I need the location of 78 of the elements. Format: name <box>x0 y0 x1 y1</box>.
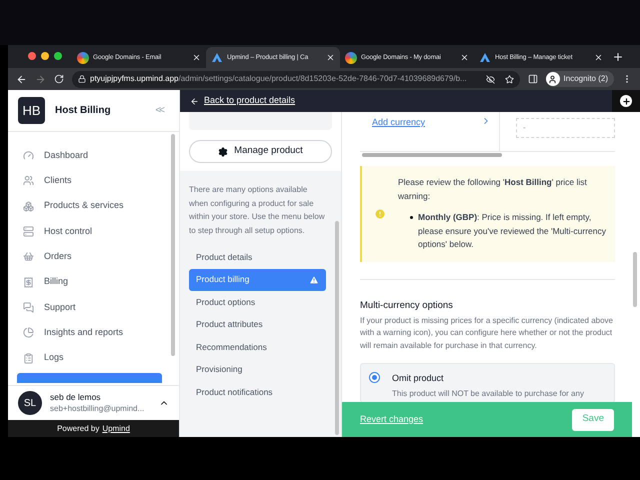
chat-icon <box>23 302 34 313</box>
star-icon[interactable] <box>504 74 514 84</box>
nav-item[interactable]: Dashboard <box>17 143 162 168</box>
product-menu-item[interactable]: Product billing <box>189 268 326 291</box>
gear-icon <box>218 146 228 156</box>
reload-icon[interactable] <box>54 74 64 84</box>
manage-product-button[interactable]: Manage product <box>189 140 332 163</box>
profile-button[interactable]: Incognito (2) <box>546 71 614 87</box>
product-menu-item[interactable]: Provisioning <box>189 358 326 381</box>
product-menu-item[interactable]: Product details <box>189 246 326 268</box>
nav-item[interactable]: Products & services <box>17 194 162 219</box>
product-menu-item[interactable]: Product notifications <box>189 381 326 404</box>
product-menu-item[interactable]: Product attributes <box>189 314 326 336</box>
nav-item[interactable]: Support <box>17 294 162 320</box>
scrollbar[interactable] <box>171 134 175 356</box>
receipt-icon <box>23 276 34 288</box>
user-name: seb de lemos <box>50 390 102 404</box>
avatar: SL <box>18 391 42 415</box>
lock-icon <box>78 75 86 83</box>
nav-item[interactable]: Orders <box>17 244 162 270</box>
basket-icon <box>23 251 34 262</box>
bullet-icon <box>410 216 413 219</box>
server-icon <box>23 226 34 238</box>
forward-icon[interactable] <box>35 74 46 84</box>
address-field[interactable]: ptyujpjpyfms.upmind.app/admin/settings/catalogue/product/8d15203e-52de-7846-70d7-41039689d679/b... <box>72 70 520 88</box>
incognito-icon <box>546 72 560 86</box>
powered-by-text: Powered by <box>57 422 100 434</box>
boxes-icon <box>23 200 34 212</box>
active-nav-item[interactable] <box>17 372 162 383</box>
user-email: seb+hostbilling@upmind... <box>50 403 146 416</box>
triangle-logo-icon <box>211 52 223 64</box>
add-icon[interactable] <box>620 95 632 107</box>
section-title: Multi-currency options <box>360 298 454 312</box>
option-description: This product will NOT be available to purchase for any <box>392 388 584 400</box>
close-icon[interactable] <box>326 53 335 62</box>
url-text: ptyujpjpyfms.upmind.app/admin/settings/catalogue/product/8d15203e-52de-7846-70d7-41039689d679/b... <box>90 73 467 85</box>
warning-item: Monthly (GBP): Price is missing. If left empty, please ensure you've reviewed the 'Multi-currency options' below. <box>410 211 607 252</box>
scrollbar[interactable] <box>335 221 339 435</box>
close-icon[interactable] <box>192 53 201 62</box>
clipboard-icon <box>23 352 34 364</box>
product-menu-item[interactable]: Recommendations <box>189 336 326 358</box>
nav-item[interactable]: Host control <box>17 218 162 244</box>
upmind-link[interactable]: Upmind <box>102 422 130 434</box>
gauge-icon <box>23 150 34 162</box>
nav-item[interactable]: Logs <box>17 345 162 371</box>
maximize-window-icon[interactable] <box>54 52 62 60</box>
back-link[interactable]: Back to product details <box>180 94 612 108</box>
alert-icon <box>374 208 386 220</box>
section-description: If your product is missing prices for a specific currency (indicated above with a warning icon), you can configure here whether or not the product will remain available for purchase in that currency. <box>360 314 614 352</box>
minimize-window-icon[interactable] <box>41 52 49 60</box>
horizontal-scrollbar[interactable] <box>362 153 502 157</box>
add-currency-link[interactable]: Add currency <box>372 116 481 130</box>
side-panel-icon[interactable] <box>528 74 538 84</box>
warning-text: Please review the following 'Host Billing' price list warning: <box>398 176 588 203</box>
nav-item[interactable]: Insights and reports <box>17 320 162 346</box>
close-icon[interactable] <box>594 53 603 62</box>
users-icon <box>23 175 34 186</box>
option-label: Omit product <box>392 372 445 386</box>
colored-logo-icon <box>77 52 89 64</box>
pie-icon <box>23 327 34 338</box>
warning-icon <box>309 274 319 285</box>
colored-logo-icon <box>345 52 357 64</box>
close-icon[interactable] <box>460 53 469 62</box>
back-icon[interactable] <box>16 74 27 84</box>
nav-item[interactable]: Clients <box>17 168 162 194</box>
eye-off-icon[interactable] <box>486 74 495 84</box>
nav-item[interactable]: Billing <box>17 269 162 295</box>
logo-badge: HB <box>18 97 45 124</box>
brand-name: Host Billing <box>55 104 112 118</box>
arrow-left-icon <box>190 96 199 106</box>
close-window-icon[interactable] <box>28 52 36 60</box>
scrollbar[interactable] <box>633 252 637 307</box>
intro-text: There are many options available when configuring a product for sale within your store. Use the menu below to step through all setup options. <box>189 184 326 237</box>
radio-option-card[interactable]: Omit product This product will NOT be available to purchase for any <box>360 363 615 404</box>
new-tab-icon[interactable] <box>612 51 624 63</box>
radio-button[interactable] <box>369 372 380 384</box>
triangle-logo-icon <box>479 52 491 64</box>
product-menu-item[interactable]: Product options <box>189 291 326 314</box>
